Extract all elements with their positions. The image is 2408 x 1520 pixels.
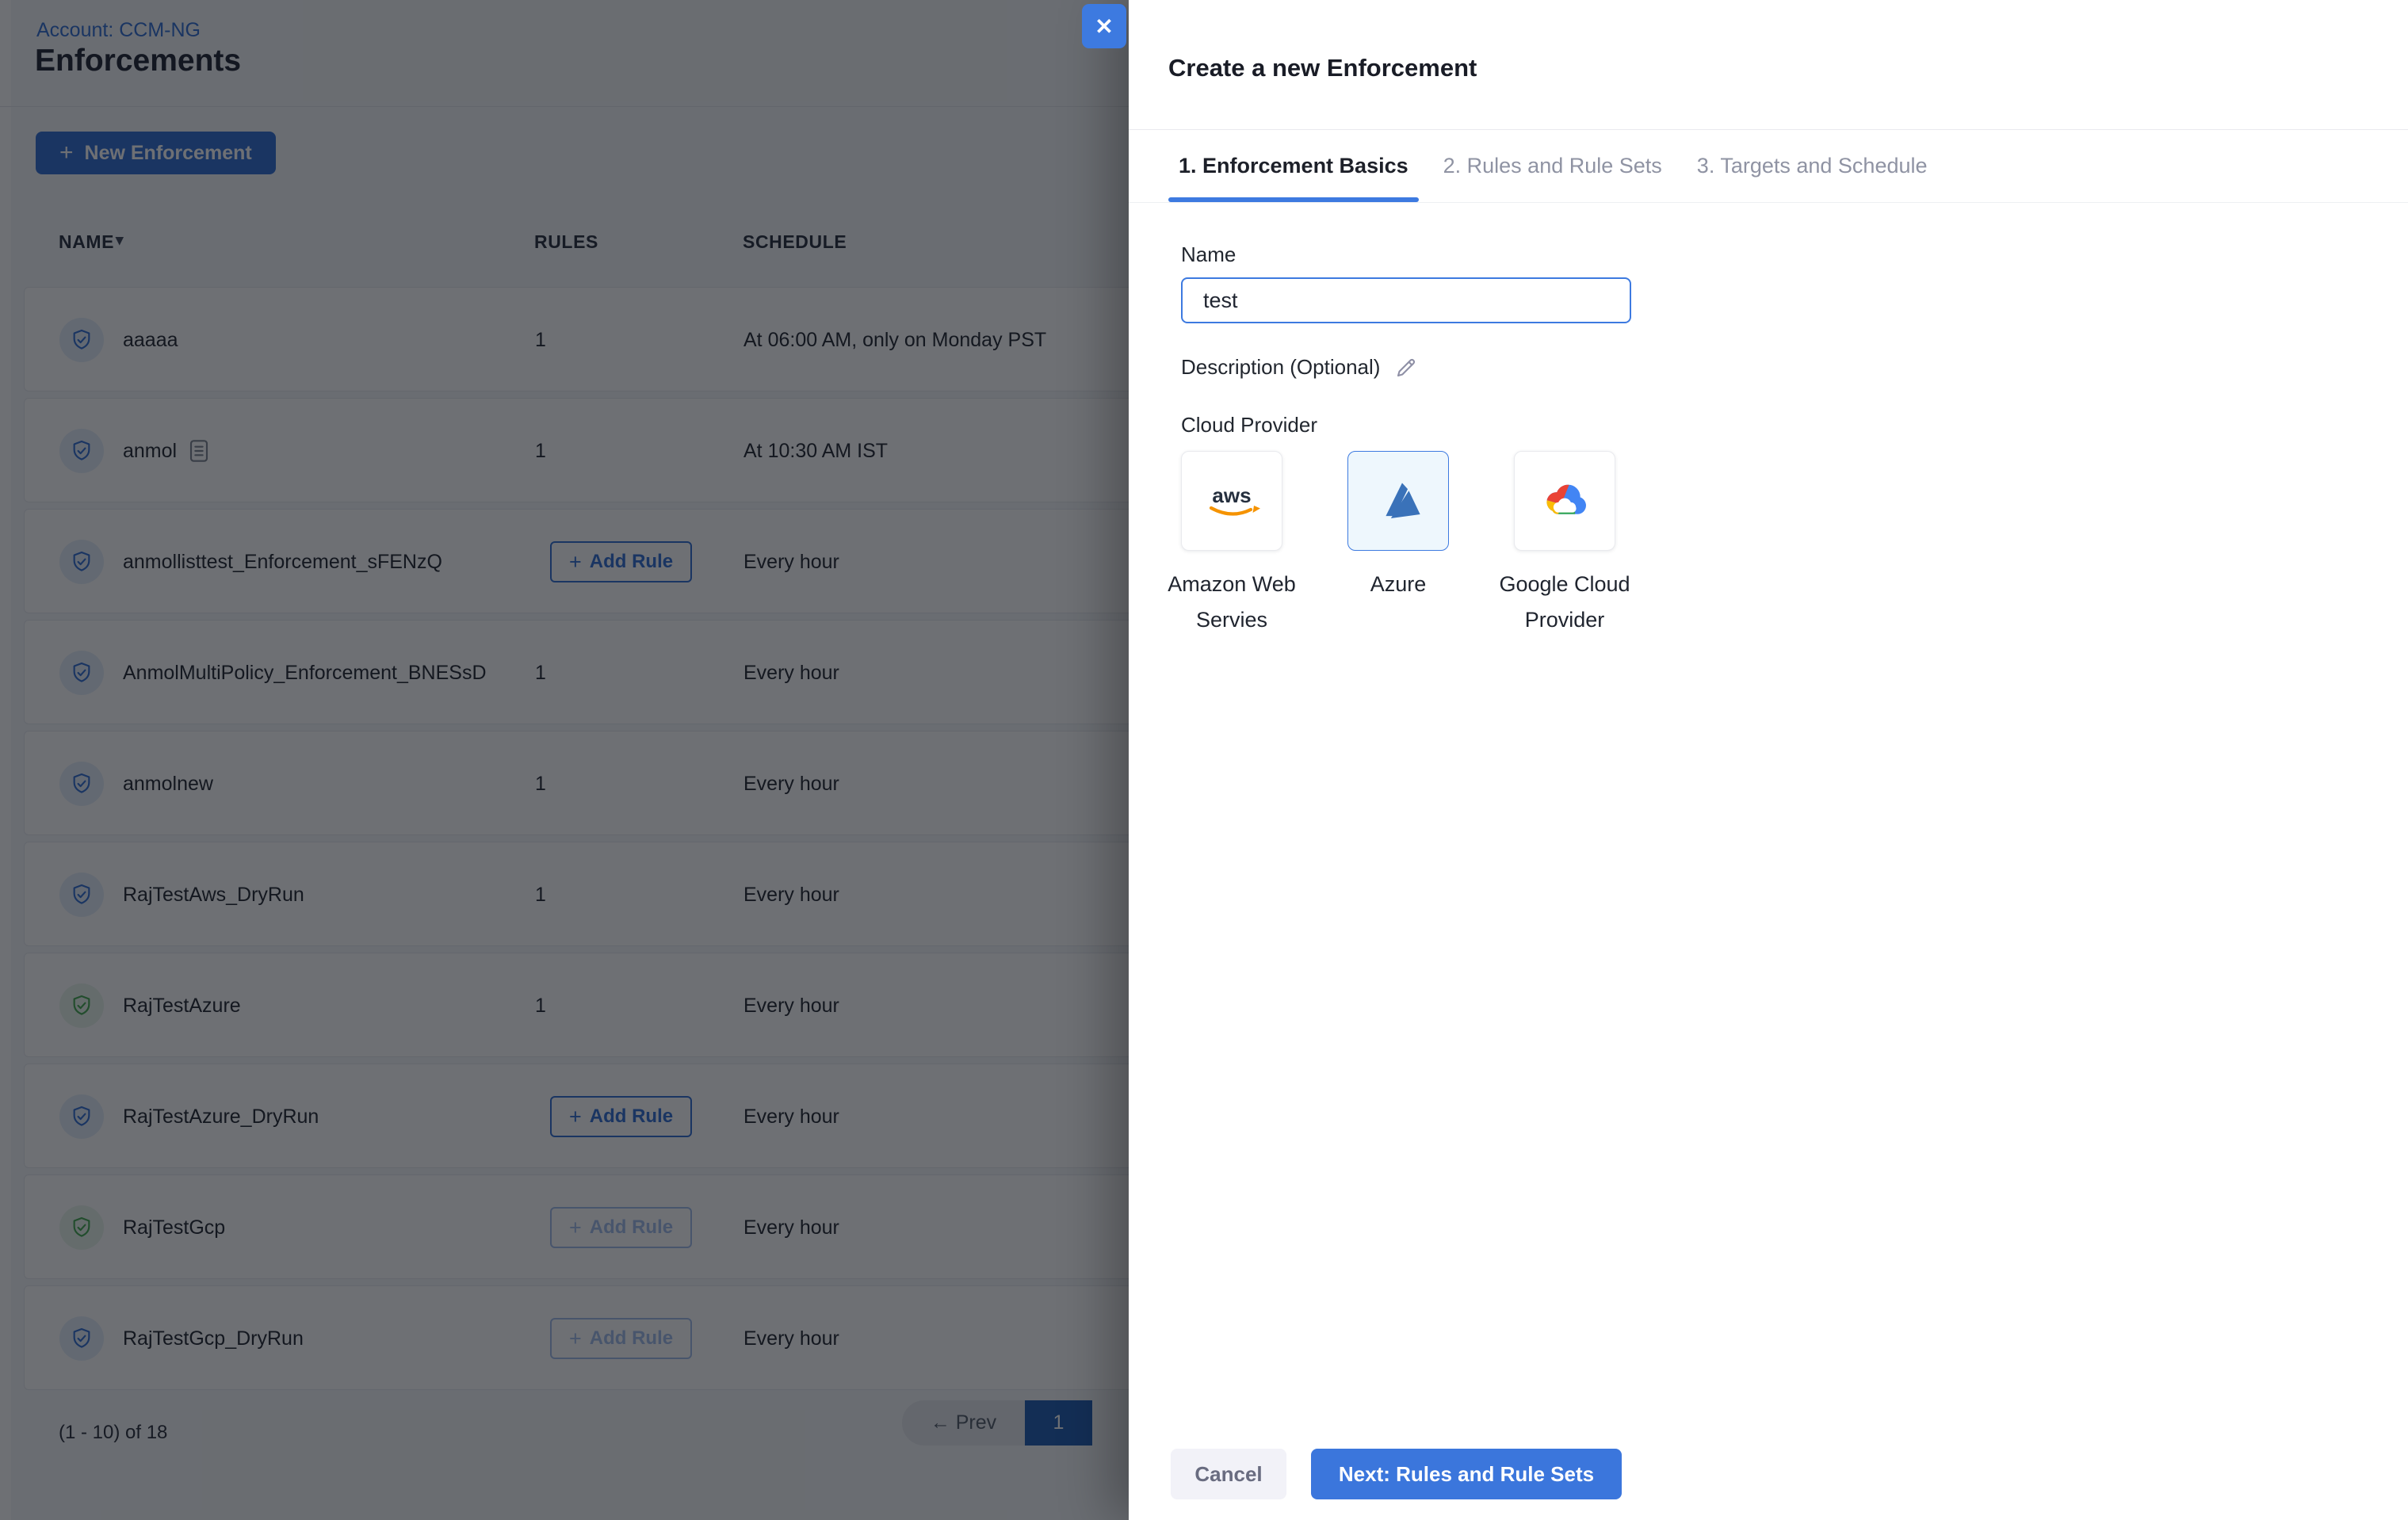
provider-card-gcp[interactable]: Google Cloud Provider bbox=[1499, 451, 1630, 638]
name-label: Name bbox=[1181, 243, 1236, 266]
description-label: Description (Optional) bbox=[1181, 355, 1381, 379]
cloud-provider-label: Cloud Provider bbox=[1181, 413, 1317, 437]
close-icon[interactable]: ✕ bbox=[1082, 4, 1126, 48]
cloud-provider-options: aws Amazon Web Servies Azure Google Clou… bbox=[1168, 451, 2354, 638]
drawer-title: Create a new Enforcement bbox=[1168, 54, 1477, 82]
tab-step-1[interactable]: 1. Enforcement Basics bbox=[1168, 130, 1419, 202]
azure-logo bbox=[1386, 483, 1420, 518]
provider-card-surface: aws bbox=[1181, 451, 1282, 551]
aws-logo: aws bbox=[1209, 483, 1260, 516]
tab-step-3[interactable]: 3. Targets and Schedule bbox=[1697, 130, 1928, 202]
provider-card-surface bbox=[1514, 451, 1615, 551]
enforcement-basics-form: Name Description (Optional) Cloud Provid… bbox=[1168, 243, 2354, 638]
next-button[interactable]: Next: Rules and Rule Sets bbox=[1311, 1449, 1622, 1499]
provider-card-azure[interactable]: Azure bbox=[1347, 451, 1449, 638]
provider-card-aws[interactable]: aws Amazon Web Servies bbox=[1168, 451, 1296, 638]
cancel-button[interactable]: Cancel bbox=[1171, 1449, 1286, 1499]
edit-description-icon[interactable] bbox=[1394, 356, 1418, 380]
drawer-footer: Cancel Next: Rules and Rule Sets bbox=[1171, 1449, 1622, 1499]
create-enforcement-drawer: ✕ Create a new Enforcement 1. Enforcemen… bbox=[1082, 0, 2408, 1520]
svg-text:aws: aws bbox=[1212, 483, 1251, 507]
provider-label: Google Cloud Provider bbox=[1499, 572, 1630, 632]
provider-label: Amazon Web Servies bbox=[1168, 572, 1296, 632]
wizard-tabbar: 1. Enforcement Basics 2. Rules and Rule S… bbox=[1129, 129, 2408, 203]
tab-step-2[interactable]: 2. Rules and Rule Sets bbox=[1443, 130, 1662, 202]
provider-card-surface bbox=[1347, 451, 1449, 551]
provider-label: Azure bbox=[1370, 572, 1427, 596]
google-cloud-logo bbox=[1546, 484, 1586, 514]
name-input[interactable] bbox=[1181, 277, 1631, 323]
